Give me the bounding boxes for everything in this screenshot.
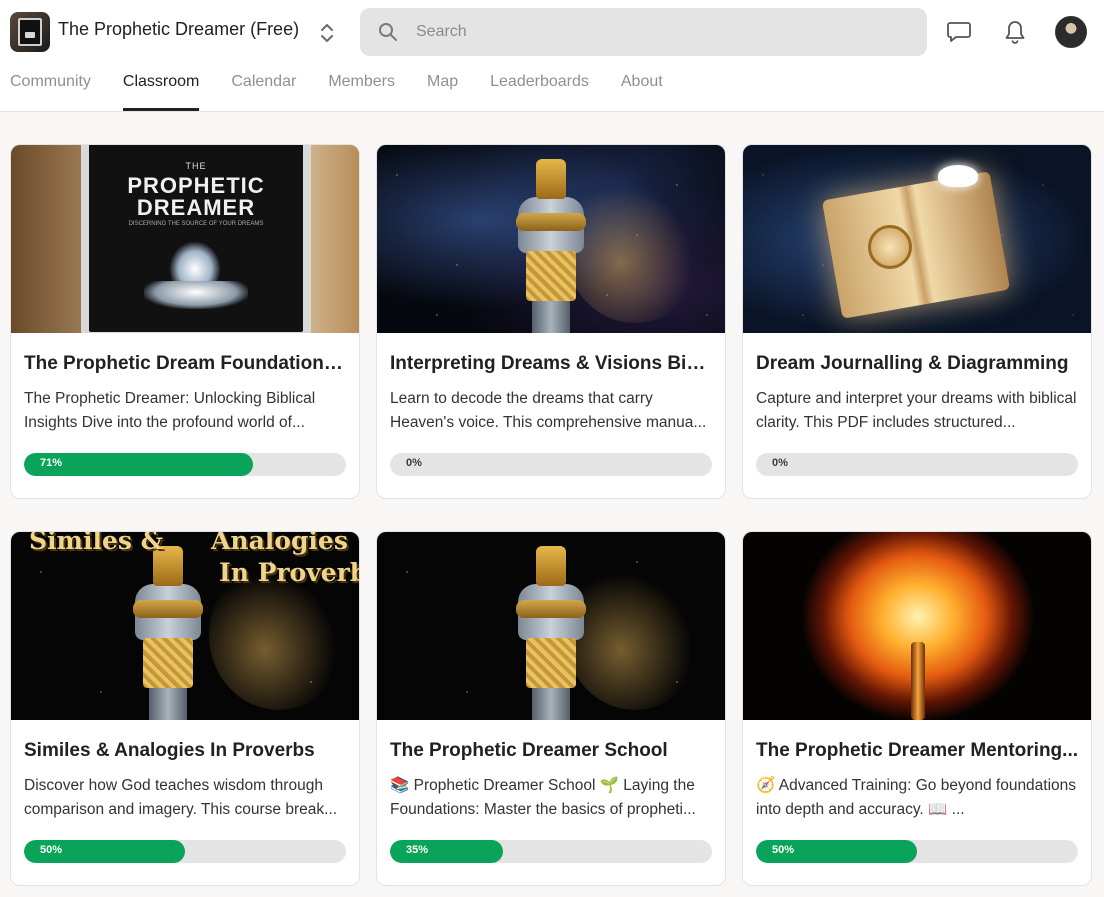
progress-label: 35% bbox=[406, 844, 429, 856]
tab-community[interactable]: Community bbox=[10, 72, 91, 112]
search-icon bbox=[378, 22, 398, 47]
course-card[interactable]: Dream Journalling & Diagramming Capture … bbox=[742, 144, 1092, 499]
course-thumbnail: THE PROPHETIC DREAMER DISCERNING THE SOUR… bbox=[11, 145, 359, 333]
chat-icon[interactable] bbox=[945, 18, 973, 46]
course-description: Discover how God teaches wisdom through … bbox=[24, 777, 338, 818]
progress-label: 50% bbox=[772, 844, 795, 856]
user-avatar[interactable] bbox=[1055, 16, 1087, 48]
search-input[interactable] bbox=[416, 8, 906, 56]
course-description: The Prophetic Dreamer: Unlocking Biblica… bbox=[24, 390, 316, 431]
progress-label: 50% bbox=[40, 844, 63, 856]
course-thumbnail bbox=[377, 145, 725, 333]
course-title: The Prophetic Dreamer School bbox=[390, 740, 668, 761]
course-thumbnail bbox=[743, 532, 1091, 720]
search-bar[interactable] bbox=[360, 8, 927, 56]
progress-bar: 35% bbox=[390, 840, 712, 863]
progress-bar: 50% bbox=[756, 840, 1078, 863]
course-description: 🧭 Advanced Training: Go beyond foundatio… bbox=[756, 777, 1077, 818]
progress-bar: 0% bbox=[390, 453, 712, 476]
course-description: Learn to decode the dreams that carry He… bbox=[390, 390, 707, 431]
progress-label: 0% bbox=[406, 457, 422, 469]
course-title: Similes & Analogies In Proverbs bbox=[24, 740, 315, 761]
progress-bar: 50% bbox=[24, 840, 346, 863]
thumb-text: DREAMER bbox=[136, 195, 256, 220]
course-title: The Prophetic Dreamer Mentoring... bbox=[756, 740, 1078, 761]
progress-label: 71% bbox=[40, 457, 63, 469]
course-description: Capture and interpret your dreams with b… bbox=[756, 390, 1077, 431]
course-title: The Prophetic Dream Foundations... bbox=[24, 353, 346, 374]
thumb-text: Analogies bbox=[211, 532, 348, 555]
course-thumbnail: Similes & Analogies In Proverbs bbox=[11, 532, 359, 720]
course-card[interactable]: THE PROPHETIC DREAMER DISCERNING THE SOUR… bbox=[10, 144, 360, 499]
thumb-text: Similes & bbox=[29, 532, 164, 555]
top-header: The Prophetic Dreamer (Free) Community C… bbox=[0, 0, 1104, 112]
course-title: Interpreting Dreams & Visions Bib... bbox=[390, 353, 712, 374]
tab-leaderboards[interactable]: Leaderboards bbox=[490, 72, 589, 112]
tab-about[interactable]: About bbox=[621, 72, 663, 112]
progress-label: 0% bbox=[772, 457, 788, 469]
tab-members[interactable]: Members bbox=[328, 72, 395, 112]
course-description: 📚 Prophetic Dreamer School 🌱 Laying the … bbox=[390, 777, 696, 818]
progress-bar: 71% bbox=[24, 453, 346, 476]
group-switcher-icon[interactable] bbox=[316, 20, 338, 46]
nav-tabs: Community Classroom Calendar Members Map… bbox=[10, 72, 695, 112]
tab-classroom[interactable]: Classroom bbox=[122, 72, 200, 112]
bell-icon[interactable] bbox=[1001, 18, 1029, 46]
thumb-text: In Proverbs bbox=[219, 558, 359, 587]
course-thumbnail bbox=[743, 145, 1091, 333]
tab-calendar[interactable]: Calendar bbox=[231, 72, 296, 112]
course-grid: THE PROPHETIC DREAMER DISCERNING THE SOUR… bbox=[10, 144, 1092, 886]
thumb-text: DISCERNING THE SOURCE OF YOUR DREAMS bbox=[128, 221, 264, 227]
group-logo[interactable] bbox=[10, 12, 50, 52]
thumb-text: THE bbox=[185, 161, 207, 171]
course-card[interactable]: The Prophetic Dreamer School 📚 Prophetic… bbox=[376, 531, 726, 886]
course-card[interactable]: Similes & Analogies In Proverbs Similes … bbox=[10, 531, 360, 886]
course-title: Dream Journalling & Diagramming bbox=[756, 353, 1069, 374]
progress-bar: 0% bbox=[756, 453, 1078, 476]
course-card[interactable]: The Prophetic Dreamer Mentoring... 🧭 Adv… bbox=[742, 531, 1092, 886]
group-name[interactable]: The Prophetic Dreamer (Free) bbox=[58, 19, 299, 40]
tab-map[interactable]: Map bbox=[427, 72, 458, 112]
course-thumbnail bbox=[377, 532, 725, 720]
course-card[interactable]: Interpreting Dreams & Visions Bib... Lea… bbox=[376, 144, 726, 499]
